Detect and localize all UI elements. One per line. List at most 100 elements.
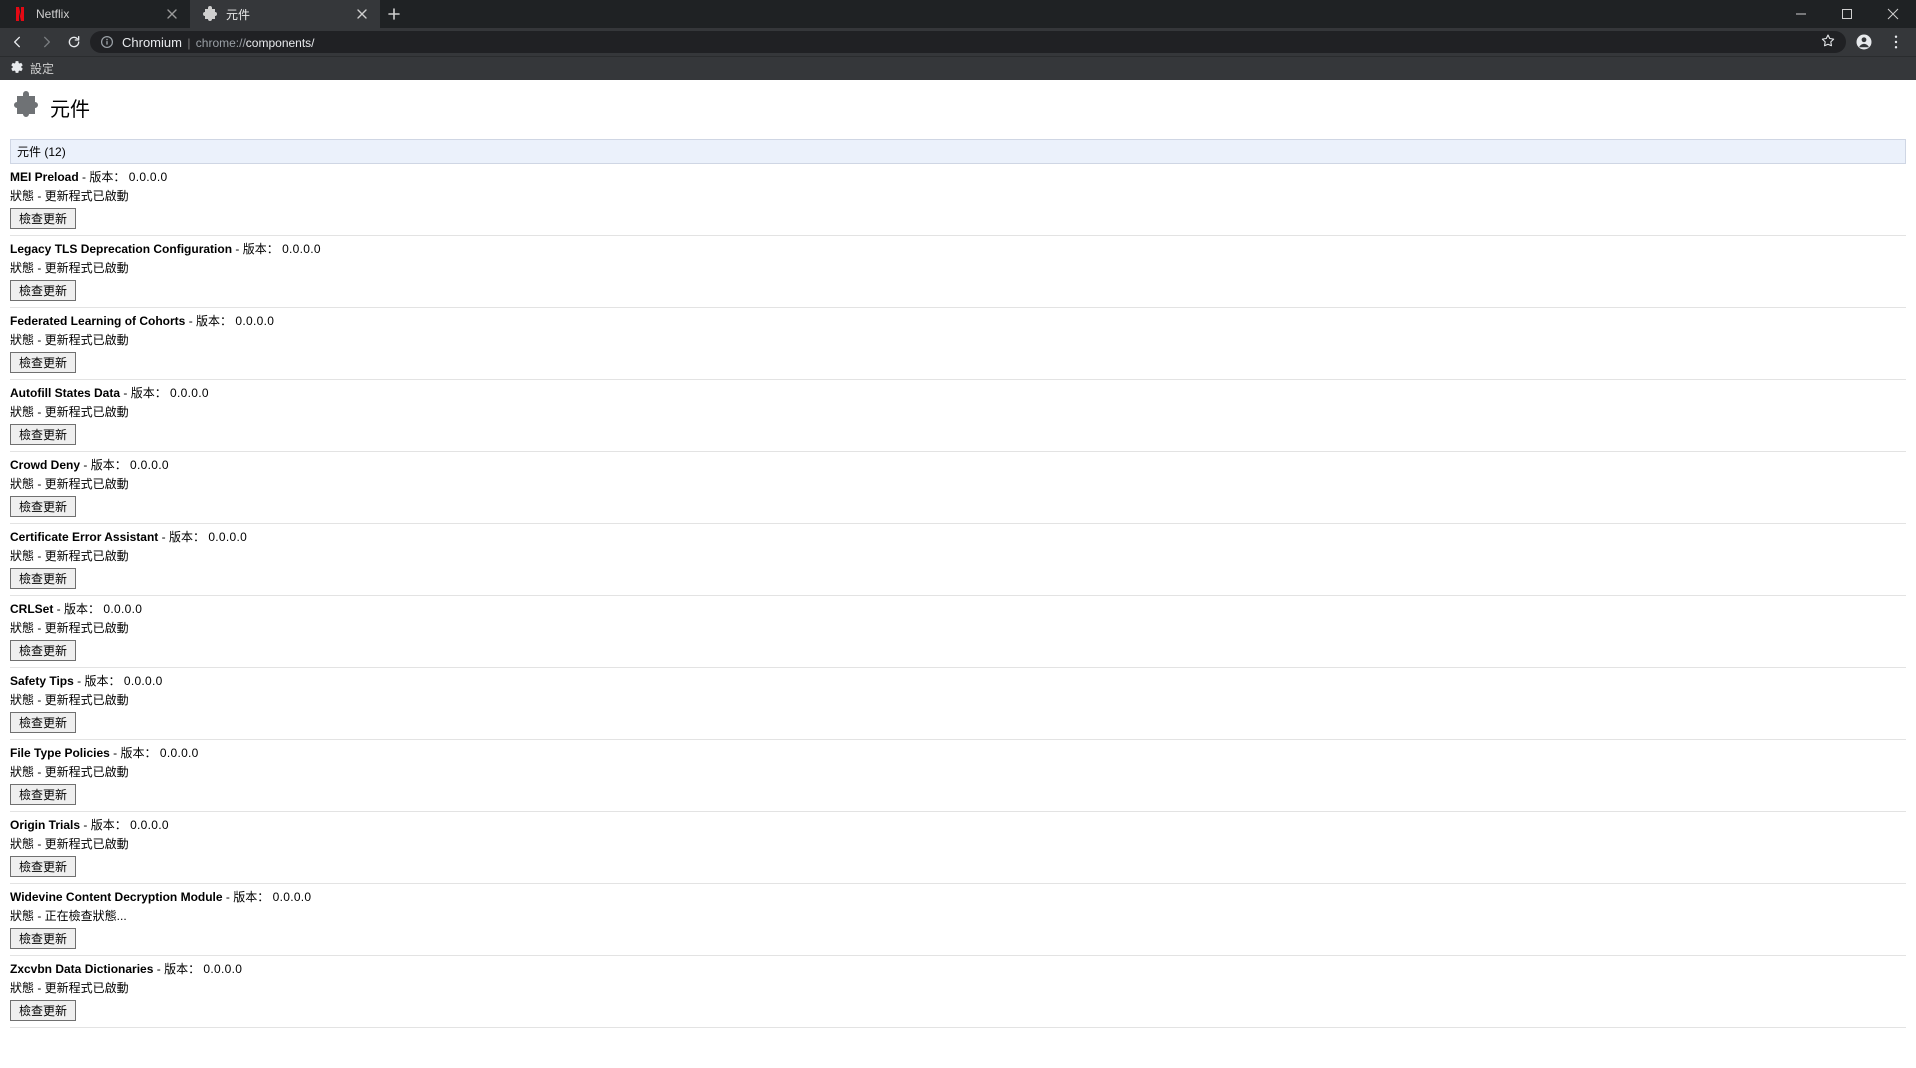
version-label: 版本： xyxy=(164,962,200,976)
summary-label: 元件 xyxy=(17,145,41,159)
component-version: 0.0.0.0 xyxy=(203,962,242,976)
puzzle-icon xyxy=(10,90,42,125)
component-version: 0.0.0.0 xyxy=(124,674,163,688)
new-tab-button[interactable] xyxy=(380,0,408,28)
back-button[interactable] xyxy=(6,30,30,54)
browser-tabstrip: Netflix 元件 xyxy=(0,0,1916,28)
component-version: 0.0.0.0 xyxy=(130,818,169,832)
status-label: 狀態 - xyxy=(10,549,45,563)
window-minimize-button[interactable] xyxy=(1778,0,1824,28)
tab-components[interactable]: 元件 xyxy=(190,0,380,28)
component-row: Autofill States Data - 版本： 0.0.0.0狀態 - 更… xyxy=(10,380,1906,452)
check-update-button[interactable]: 檢查更新 xyxy=(10,568,76,589)
omnibox-path-prefix: chrome:// xyxy=(196,36,246,50)
component-version: 0.0.0.0 xyxy=(208,530,247,544)
component-row: Legacy TLS Deprecation Configuration - 版… xyxy=(10,236,1906,308)
summary-count: (12) xyxy=(44,145,65,159)
window-maximize-button[interactable] xyxy=(1824,0,1870,28)
component-row: Widevine Content Decryption Module - 版本：… xyxy=(10,884,1906,956)
version-label: 版本： xyxy=(196,314,232,328)
component-name: Federated Learning of Cohorts xyxy=(10,314,185,328)
status-label: 狀態 - xyxy=(10,909,45,923)
components-summary: 元件 (12) xyxy=(10,139,1906,164)
extension-favicon-icon xyxy=(202,6,218,22)
window-close-button[interactable] xyxy=(1870,0,1916,28)
component-version: 0.0.0.0 xyxy=(130,458,169,472)
component-status: 更新程式已啟動 xyxy=(45,477,129,491)
component-version: 0.0.0.0 xyxy=(103,602,142,616)
status-label: 狀態 - xyxy=(10,621,45,635)
status-label: 狀態 - xyxy=(10,981,45,995)
netflix-favicon-icon xyxy=(12,6,28,22)
check-update-button[interactable]: 檢查更新 xyxy=(10,784,76,805)
bookmark-label: 設定 xyxy=(30,60,54,77)
status-label: 狀態 - xyxy=(10,693,45,707)
check-update-button[interactable]: 檢查更新 xyxy=(10,424,76,445)
page-header: 元件 xyxy=(10,84,1906,133)
component-status: 更新程式已啟動 xyxy=(45,981,129,995)
component-status: 更新程式已啟動 xyxy=(45,189,129,203)
component-name: Legacy TLS Deprecation Configuration xyxy=(10,242,232,256)
status-label: 狀態 - xyxy=(10,837,45,851)
omnibox-origin: Chromium xyxy=(122,35,182,50)
tab-netflix[interactable]: Netflix xyxy=(0,0,190,28)
address-bar[interactable]: Chromium | chrome://components/ xyxy=(90,31,1846,53)
component-name: Widevine Content Decryption Module xyxy=(10,890,223,904)
component-row: Crowd Deny - 版本： 0.0.0.0狀態 - 更新程式已啟動檢查更新 xyxy=(10,452,1906,524)
bookmark-settings[interactable]: 設定 xyxy=(10,60,54,77)
window-controls xyxy=(1778,0,1916,28)
component-row: Zxcvbn Data Dictionaries - 版本： 0.0.0.0狀態… xyxy=(10,956,1906,1028)
component-name: Zxcvbn Data Dictionaries xyxy=(10,962,153,976)
component-name: Safety Tips xyxy=(10,674,74,688)
check-update-button[interactable]: 檢查更新 xyxy=(10,712,76,733)
status-label: 狀態 - xyxy=(10,477,45,491)
reload-button[interactable] xyxy=(62,30,86,54)
component-row: Origin Trials - 版本： 0.0.0.0狀態 - 更新程式已啟動檢… xyxy=(10,812,1906,884)
component-status: 正在檢查狀態... xyxy=(45,909,127,923)
component-status: 更新程式已啟動 xyxy=(45,405,129,419)
bookmark-star-button[interactable] xyxy=(1820,33,1836,52)
component-row: MEI Preload - 版本： 0.0.0.0狀態 - 更新程式已啟動檢查更… xyxy=(10,164,1906,236)
component-row: Safety Tips - 版本： 0.0.0.0狀態 - 更新程式已啟動檢查更… xyxy=(10,668,1906,740)
component-status: 更新程式已啟動 xyxy=(45,765,129,779)
status-label: 狀態 - xyxy=(10,405,45,419)
component-name: MEI Preload xyxy=(10,170,79,184)
component-name: Autofill States Data xyxy=(10,386,120,400)
check-update-button[interactable]: 檢查更新 xyxy=(10,640,76,661)
profile-button[interactable] xyxy=(1850,28,1878,56)
component-version: 0.0.0.0 xyxy=(235,314,274,328)
component-row: Certificate Error Assistant - 版本： 0.0.0.… xyxy=(10,524,1906,596)
check-update-button[interactable]: 檢查更新 xyxy=(10,208,76,229)
version-label: 版本： xyxy=(121,746,157,760)
check-update-button[interactable]: 檢查更新 xyxy=(10,928,76,949)
version-label: 版本： xyxy=(243,242,279,256)
component-status: 更新程式已啟動 xyxy=(45,261,129,275)
check-update-button[interactable]: 檢查更新 xyxy=(10,352,76,373)
component-version: 0.0.0.0 xyxy=(273,890,312,904)
component-status: 更新程式已啟動 xyxy=(45,621,129,635)
tab-title: 元件 xyxy=(226,6,346,23)
forward-button[interactable] xyxy=(34,30,58,54)
check-update-button[interactable]: 檢查更新 xyxy=(10,856,76,877)
page-content: 元件 元件 (12) MEI Preload - 版本： 0.0.0.0狀態 -… xyxy=(0,80,1916,1068)
version-label: 版本： xyxy=(89,170,125,184)
version-label: 版本： xyxy=(131,386,167,400)
component-version: 0.0.0.0 xyxy=(170,386,209,400)
component-row: File Type Policies - 版本： 0.0.0.0狀態 - 更新程… xyxy=(10,740,1906,812)
menu-button[interactable] xyxy=(1882,28,1910,56)
status-label: 狀態 - xyxy=(10,261,45,275)
omnibox-text: Chromium | chrome://components/ xyxy=(122,35,315,50)
component-version: 0.0.0.0 xyxy=(282,242,321,256)
check-update-button[interactable]: 檢查更新 xyxy=(10,280,76,301)
status-label: 狀態 - xyxy=(10,189,45,203)
page-title: 元件 xyxy=(50,93,90,122)
tab-close-button[interactable] xyxy=(354,6,370,22)
component-version: 0.0.0.0 xyxy=(160,746,199,760)
browser-toolbar: Chromium | chrome://components/ xyxy=(0,28,1916,56)
status-label: 狀態 - xyxy=(10,765,45,779)
check-update-button[interactable]: 檢查更新 xyxy=(10,1000,76,1021)
tab-close-button[interactable] xyxy=(164,6,180,22)
site-info-icon[interactable] xyxy=(100,35,114,49)
check-update-button[interactable]: 檢查更新 xyxy=(10,496,76,517)
component-status: 更新程式已啟動 xyxy=(45,549,129,563)
